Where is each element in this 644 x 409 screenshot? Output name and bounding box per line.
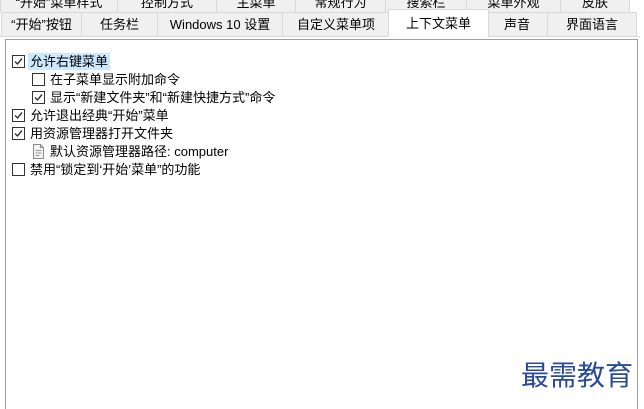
tab-page-border (0, 36, 640, 37)
tab-control[interactable]: 控制方式 (117, 0, 217, 12)
tab-context-menu[interactable]: 上下文菜单 (388, 9, 489, 37)
setting-open-folders-explorer[interactable]: 用资源管理器打开文件夹 (6, 124, 637, 142)
show-new-folder-shortcut-checkbox[interactable] (32, 90, 45, 104)
watermark-text: 最需教育 (521, 359, 634, 392)
tab-sound[interactable]: 声音 (486, 12, 548, 36)
setting-allow-context-menu[interactable]: 允许右键菜单 (6, 52, 637, 70)
settings-list: 允许右键菜单 在子菜单显示附加命令 显示“新建文件夹”和“新建快捷方式”命令 允… (5, 39, 638, 409)
checkmark-icon (34, 93, 43, 101)
tab-start-menu-style[interactable]: “开始”菜单样式 (0, 0, 118, 12)
allow-exit-classic-menu-checkbox[interactable] (12, 108, 25, 122)
tab-main-menu[interactable]: 主菜单 (216, 0, 296, 12)
setting-allow-exit-classic-menu[interactable]: 允许退出经典“开始”菜单 (6, 106, 637, 124)
checkmark-icon (14, 111, 23, 119)
disable-pin-to-start-checkbox[interactable] (12, 162, 25, 176)
setting-label: 在子菜单显示附加命令 (50, 71, 181, 87)
tab-taskbar[interactable]: 任务栏 (81, 12, 158, 36)
setting-label: 显示“新建文件夹”和“新建快捷方式”命令 (50, 89, 276, 105)
text-setting-icon (33, 143, 44, 159)
setting-show-extra-submenu-commands[interactable]: 在子菜单显示附加命令 (6, 70, 637, 88)
setting-label: 允许右键菜单 (28, 52, 111, 70)
setting-label: 禁用“锁定到‘开始’菜单”的功能 (30, 161, 201, 177)
setting-show-new-folder-shortcut[interactable]: 显示“新建文件夹”和“新建快捷方式”命令 (6, 88, 637, 106)
tab-start-button[interactable]: “开始”按钮 (1, 12, 82, 36)
tab-language[interactable]: 界面语言 (547, 12, 637, 36)
setting-label: 允许退出经典“开始”菜单 (30, 107, 169, 123)
setting-label: 默认资源管理器路径: computer (50, 143, 229, 159)
tab-customize-menu[interactable]: 自定义菜单项 (282, 12, 390, 36)
checkmark-icon (14, 57, 23, 65)
checkmark-icon (14, 129, 23, 137)
show-extra-submenu-commands-checkbox[interactable] (32, 72, 45, 86)
setting-disable-pin-to-start[interactable]: 禁用“锁定到‘开始’菜单”的功能 (6, 160, 637, 178)
tab-skin[interactable]: 皮肤 (560, 0, 630, 12)
tab-general-behavior[interactable]: 常规行为 (295, 0, 386, 12)
open-folders-explorer-checkbox[interactable] (12, 126, 25, 140)
setting-label: 用资源管理器打开文件夹 (30, 125, 174, 141)
tab-windows10-settings[interactable]: Windows 10 设置 (157, 12, 283, 36)
allow-context-menu-checkbox[interactable] (12, 54, 25, 68)
setting-default-explorer-path[interactable]: 默认资源管理器路径: computer (6, 142, 637, 160)
